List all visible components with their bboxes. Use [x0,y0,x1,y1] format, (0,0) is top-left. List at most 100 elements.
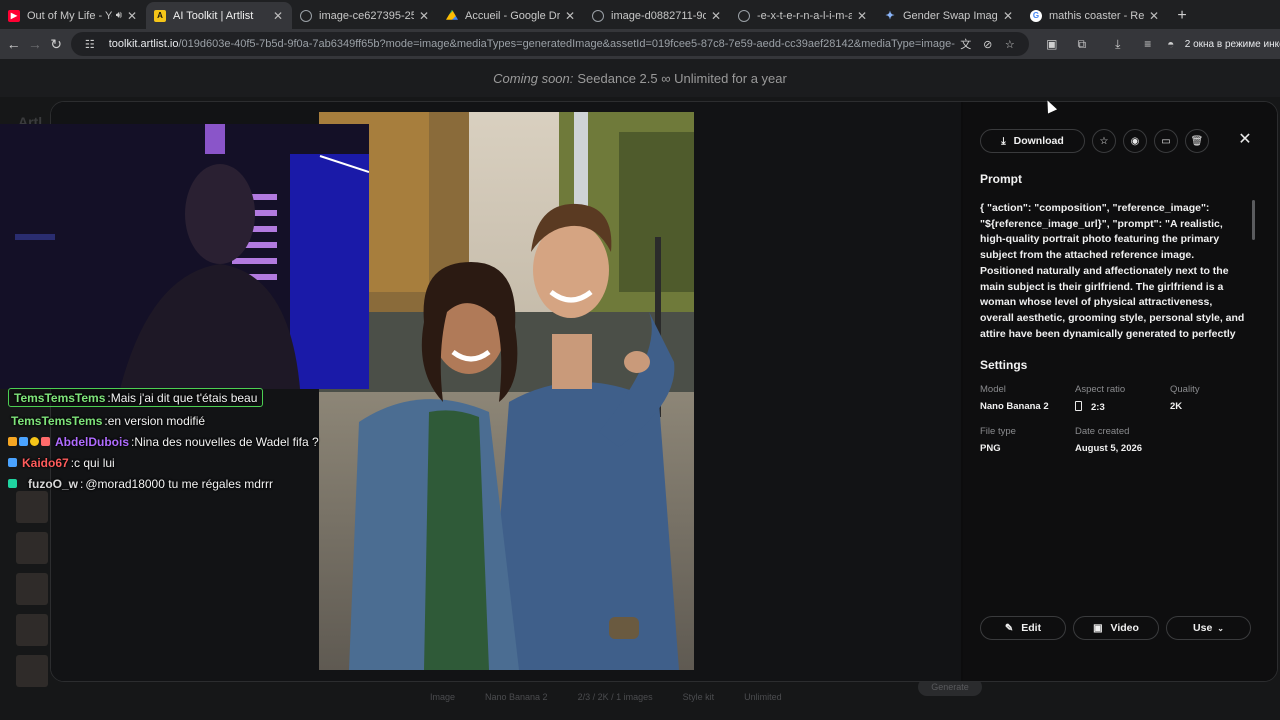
badge-icon [30,437,39,446]
model-value: Nano Banana 2 [980,401,1049,412]
badge-icon [8,479,17,488]
thumbnail[interactable] [16,491,48,523]
aspect-ratio-icon [1075,401,1082,411]
close-tab-icon[interactable]: ✕ [418,9,430,23]
format-selector[interactable]: 2/3 / 2K / 1 images [578,692,653,702]
reading-list-icon[interactable]: ≡ [1133,37,1163,51]
site-settings-icon[interactable]: ☷ [79,38,101,51]
gemini-icon: ✦ [885,10,895,22]
chat-username[interactable]: fuzoO_w [28,477,78,491]
tab-external-image[interactable]: -e-x-t-e-r-n-a-l-i-m-a-g ✕ [730,2,876,29]
tab-youtube[interactable]: ▶ Out of My Life - YouTube 🔊︎ ✕ [0,2,146,29]
chevron-down-icon: ⌄ [1217,623,1224,633]
forward-arrow-icon[interactable]: → [24,31,45,57]
close-tab-icon[interactable]: ✕ [564,9,576,23]
download-button[interactable]: ⤓ Download [980,129,1085,153]
close-tab-icon[interactable]: ✕ [1002,9,1014,23]
new-tab-button[interactable]: + [1168,2,1196,29]
settings-heading: Settings [980,358,1028,372]
tab-image-1[interactable]: image-ce627395-254b-4c ✕ [292,2,438,29]
extension-icon[interactable]: ▣ [1037,37,1067,51]
close-tab-icon[interactable]: ✕ [856,9,868,23]
date-created-value: August 5, 2026 [1075,443,1143,454]
eye-off-icon[interactable]: ⊘ [977,38,999,51]
bookmark-star-icon[interactable]: ☆ [999,38,1021,51]
quality-label: Quality [1170,384,1200,395]
tab-image-2[interactable]: image-d0882711-9ca5-4c ✕ [584,2,730,29]
speaker-icon[interactable]: 🔊︎ [116,10,122,21]
model-selector[interactable]: Nano Banana 2 [485,692,548,702]
download-label: Download [1013,135,1064,147]
file-type-label: File type [980,426,1016,437]
url-text[interactable]: toolkit.artlist.io/019d603e-40f5-7b5d-9f… [109,38,955,50]
edit-button[interactable]: ✎ Edit [980,616,1066,640]
trash-icon[interactable]: 🗑︎ [1185,129,1209,153]
tab-title: AI Toolkit | Artlist [173,9,254,22]
prompt-text[interactable]: { "action": "composition", "reference_im… [980,201,1248,341]
chat-message: fuzoO_w : @morad18000 tu me régales mdrr… [8,473,338,494]
puzzle-icon[interactable]: ⧉ [1067,37,1097,52]
close-tab-icon[interactable]: ✕ [126,9,138,23]
video-button[interactable]: ▣ Video [1073,616,1159,640]
thumbnail[interactable] [16,614,48,646]
tab-google-search[interactable]: G mathis coaster - Recherch ✕ [1022,2,1168,29]
google-icon: G [1030,9,1042,22]
chat-text: Mais j'ai dit que t'étais beau [110,390,258,405]
prompt-scrollbar[interactable] [1252,200,1255,240]
webcam-feed [0,124,369,389]
thumbnail[interactable] [16,573,48,605]
video-icon: ▣ [1093,622,1103,634]
tab-artlist[interactable]: A AI Toolkit | Artlist ✕ [146,2,292,29]
globe-icon [592,9,604,22]
tab-title: -e-x-t-e-r-n-a-l-i-m-a-g [757,9,852,22]
close-tab-icon[interactable]: ✕ [272,9,284,23]
chat-message: AbdelDubois : Nina des nouvelles de Wade… [8,431,338,452]
translate-icon[interactable]: 文 [955,36,977,52]
tab-google-drive[interactable]: Accueil - Google Drive ✕ [438,2,584,29]
back-arrow-icon[interactable]: ← [3,31,24,57]
folder-icon[interactable]: ▭ [1154,129,1178,153]
visibility-eye-icon[interactable]: ◉ [1123,129,1147,153]
chat-message: Kaido67 : c qui lui [8,452,338,473]
mode-selector[interactable]: Image [430,692,455,702]
tab-title: Gender Swap Image Prom [903,9,998,22]
promo-banner[interactable]: Coming soon: Seedance 2.5 ∞ Unlimited fo… [0,59,1280,97]
banner-coming-soon: Coming soon: [493,70,574,86]
tab-title: Accueil - Google Drive [465,9,560,22]
reload-icon[interactable]: ↻ [46,31,67,57]
aspect-ratio-label: Aspect ratio [1075,384,1126,395]
globe-icon [300,9,312,22]
use-button[interactable]: Use ⌄ [1166,616,1251,640]
plan-label: Unlimited [744,692,782,702]
details-panel: ⤓ Download ☆ ◉ ▭ 🗑︎ ✕ Prompt { "action":… [963,102,1277,681]
history-thumbnails [16,491,48,696]
tab-title: image-ce627395-254b-4c [319,9,414,22]
chat-text: Nina des nouvelles de Wadel fifa ? [134,434,319,449]
download-icon: ⤓ [1001,135,1006,147]
incognito-indicator[interactable]: 2 окна в режиме инкогнито [1185,39,1280,50]
style-kit-selector[interactable]: Style kit [683,692,715,702]
chat-username[interactable]: TemsTemsTems [14,391,105,405]
action-row: ⤓ Download ☆ ◉ ▭ 🗑︎ [980,129,1209,153]
close-tab-icon[interactable]: ✕ [1148,9,1160,23]
thumbnail[interactable] [16,532,48,564]
close-icon[interactable]: ✕ [1237,129,1253,149]
artlist-icon: A [154,9,166,22]
banner-text: Seedance 2.5 ∞ Unlimited for a year [577,70,787,86]
tab-gender-swap[interactable]: ✦ Gender Swap Image Prom ✕ [876,2,1022,29]
address-bar[interactable]: ☷ toolkit.artlist.io/019d603e-40f5-7b5d-… [70,32,1029,56]
generated-image[interactable] [319,112,694,670]
webcam-overlay [0,124,369,389]
favorite-star-icon[interactable]: ☆ [1092,129,1116,153]
chat-message: TemsTemsTems : Mais j'ai dit que t'étais… [8,388,264,407]
artlist-page: Coming soon: Seedance 2.5 ∞ Unlimited fo… [0,59,1280,720]
download-icon[interactable]: ⤓ [1103,37,1133,52]
chat-username[interactable]: AbdelDubois [55,435,129,449]
close-tab-icon[interactable]: ✕ [710,9,722,23]
chat-username[interactable]: Kaido67 [22,456,69,470]
badge-icon [41,437,50,446]
chat-text: c qui lui [74,455,115,470]
chat-username[interactable]: TemsTemsTems [11,414,102,428]
badge-icon [8,458,17,467]
browser-toolbar: ← → ↻ ☷ toolkit.artlist.io/019d603e-40f5… [0,29,1280,59]
